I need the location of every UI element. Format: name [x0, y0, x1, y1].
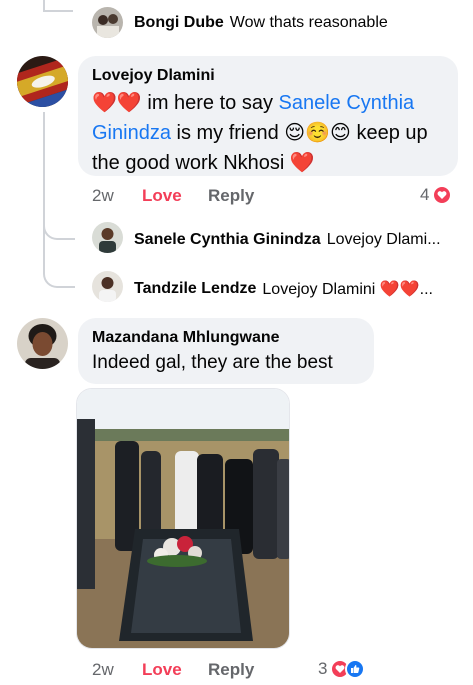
love-button[interactable]: Love: [142, 186, 208, 206]
avatar-lovejoy-dlamini[interactable]: [17, 56, 68, 107]
avatar-image: [92, 7, 123, 38]
thread-elbow-reply1: [43, 212, 75, 240]
graveside-photo: [77, 389, 289, 648]
comment-actions-mazandana: 2w Love Reply: [92, 660, 254, 680]
reaction-count: 4: [420, 185, 430, 204]
comment-author-name[interactable]: Lovejoy Dlamini: [92, 66, 444, 86]
reply-row-bongi-dube[interactable]: Bongi Dube Wow thats reasonable: [134, 14, 388, 32]
reply-row-sanele[interactable]: Sanele Cynthia Ginindza Lovejoy Dlami...: [134, 231, 441, 249]
timestamp[interactable]: 2w: [92, 660, 142, 680]
comment-text-before: im here to say: [141, 92, 279, 114]
thread-line-main: [43, 112, 45, 272]
comment-photo-attachment[interactable]: [76, 388, 290, 649]
like-reaction-icon: [345, 659, 366, 679]
thread-elbow-top: [43, 0, 73, 12]
avatar-sanele-ginindza[interactable]: [92, 222, 123, 253]
avatar-image: [17, 318, 68, 369]
avatar-image: [92, 271, 123, 302]
love-button[interactable]: Love: [142, 660, 208, 680]
reply-author-name[interactable]: Bongi Dube: [134, 14, 224, 32]
comment-author-name[interactable]: Mazandana Mhlungwane: [92, 328, 360, 348]
reply-snippet: Lovejoy Dlami...: [326, 231, 441, 248]
reply-row-tandzile[interactable]: Tandzile Lendze Lovejoy Dlamini ❤️❤️...: [134, 279, 433, 299]
reply-snippet: Wow thats reasonable: [229, 14, 388, 31]
hearts-emoji: ❤️❤️: [92, 92, 142, 114]
avatar-mazandana-mhlungwane[interactable]: [17, 318, 68, 369]
reply-button[interactable]: Reply: [208, 186, 254, 206]
reply-author-name[interactable]: Tandzile Lendze: [134, 280, 256, 298]
timestamp[interactable]: 2w: [92, 186, 142, 206]
reaction-summary-mazandana[interactable]: 3: [318, 659, 366, 679]
avatar-tandzile-lendze[interactable]: [92, 271, 123, 302]
heart-reaction-icon: [432, 185, 453, 205]
comment-bubble-lovejoy[interactable]: Lovejoy Dlamini ❤️❤️ im here to say Sane…: [78, 56, 458, 176]
comment-actions-lovejoy: 2w Love Reply: [92, 186, 254, 206]
reaction-summary-lovejoy[interactable]: 4: [420, 185, 453, 205]
avatar-image: [92, 222, 123, 253]
avatar-bongi-dube[interactable]: [92, 7, 123, 38]
reaction-count: 3: [318, 659, 328, 678]
reply-button[interactable]: Reply: [208, 660, 254, 680]
reply-snippet: Lovejoy Dlamini ❤️❤️...: [262, 281, 433, 298]
flag-avatar-image: [17, 56, 68, 107]
comment-bubble-mazandana[interactable]: Mazandana Mhlungwane Indeed gal, they ar…: [78, 318, 374, 384]
comment-body: Indeed gal, they are the best: [92, 352, 333, 373]
reply-author-name[interactable]: Sanele Cynthia Ginindza: [134, 231, 321, 249]
comment-body: ❤️❤️ im here to say Sanele Cynthia Ginin…: [92, 88, 444, 178]
thread-elbow-reply2: [43, 258, 75, 288]
